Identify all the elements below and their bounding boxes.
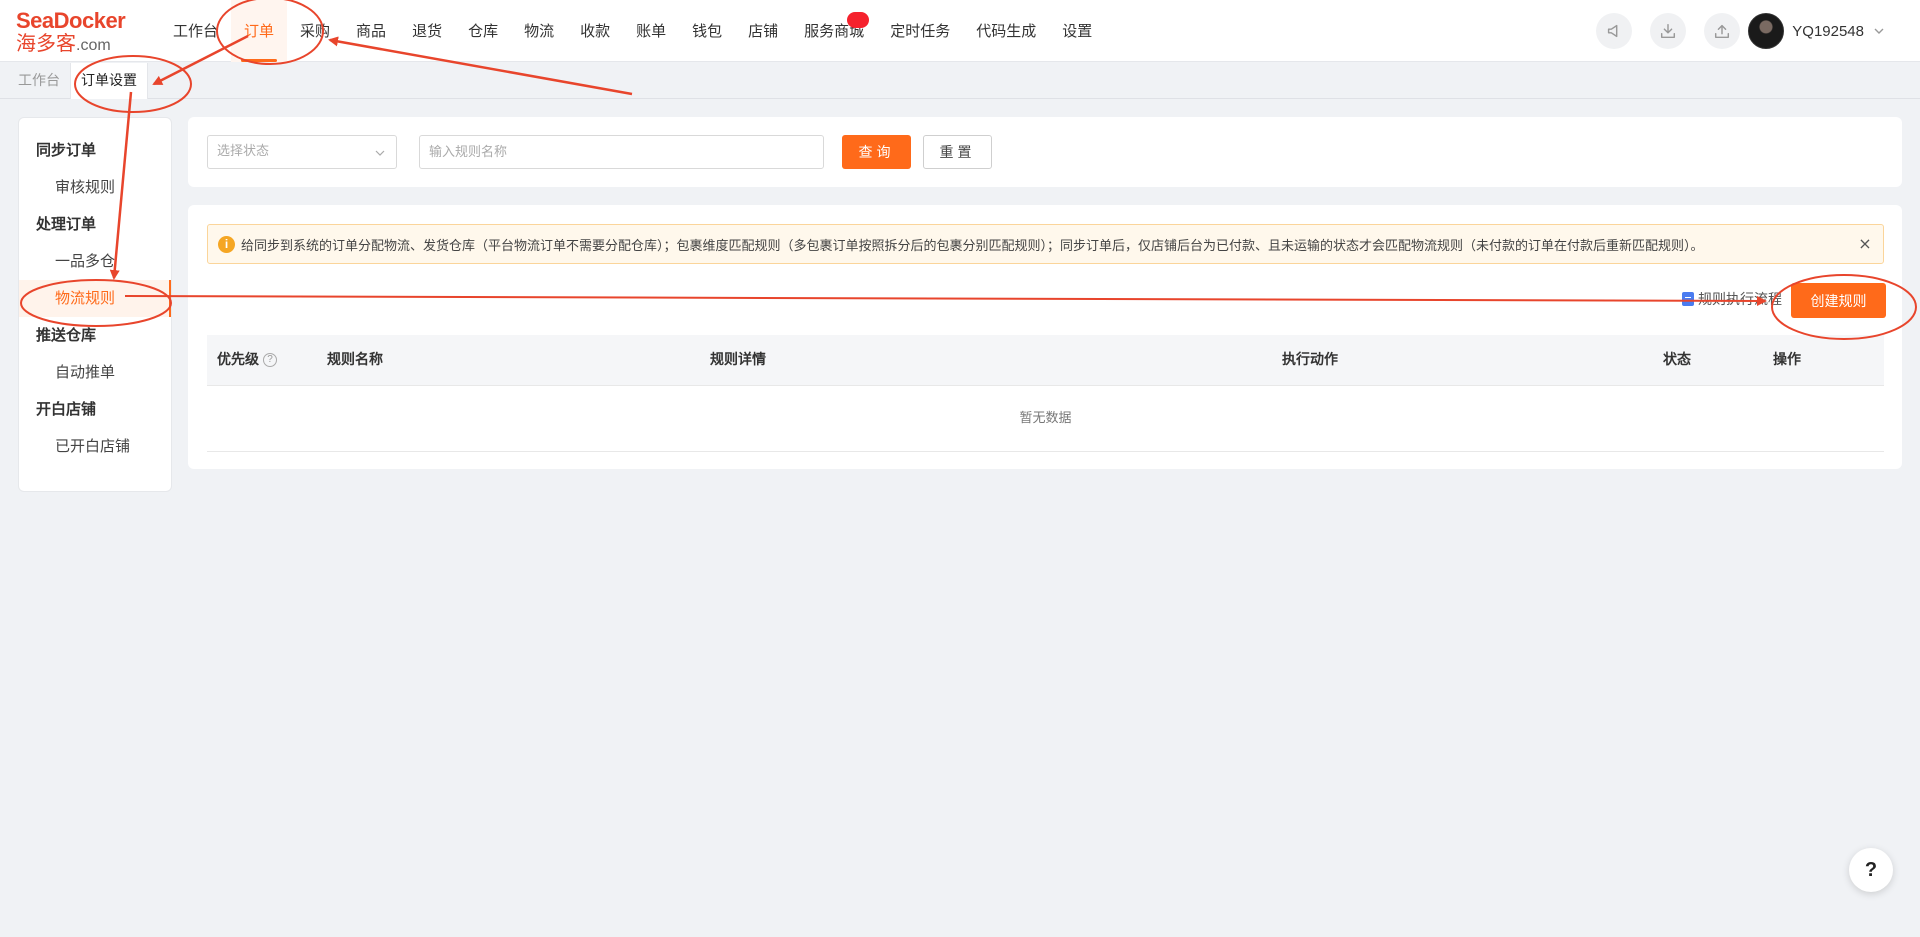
settings-side-menu: 同步订单 审核规则 处理订单 一品多仓 物流规则 推送仓库 自动推单 开白店铺 … <box>18 117 172 492</box>
main-nav: 工作台 订单 采购 商品 退货 仓库 物流 收款 账单 钱包 店铺 服务商城 定… <box>160 0 1105 62</box>
create-rule-button[interactable]: 创建规则 <box>1791 283 1886 318</box>
col-rule-details: 规则详情 <box>710 352 766 368</box>
nav-item-returns[interactable]: 退货 <box>399 0 455 62</box>
upload-icon[interactable] <box>1704 13 1740 49</box>
download-icon[interactable] <box>1650 13 1686 49</box>
nav-label: 钱包 <box>692 22 723 40</box>
side-item-review-rules[interactable]: 审核规则 <box>19 169 171 206</box>
nav-label: 账单 <box>636 22 667 40</box>
user-menu[interactable]: YQ192548 <box>1748 13 1886 49</box>
chevron-down-icon <box>1874 28 1884 34</box>
side-item-auto-push[interactable]: 自动推单 <box>19 354 171 391</box>
nav-item-payments[interactable]: 收款 <box>567 0 623 62</box>
nav-label: 商品 <box>356 22 387 40</box>
nav-item-bills[interactable]: 账单 <box>623 0 679 62</box>
seadocker-logo[interactable]: SeaDocker 海多客.com <box>16 8 134 57</box>
logo-brand: SeaDocker <box>16 8 126 33</box>
nav-item-wallet[interactable]: 钱包 <box>679 0 735 62</box>
rule-name-input[interactable] <box>419 135 824 169</box>
logo-cn-text: 海多客 <box>16 31 76 55</box>
side-group-sync-orders: 同步订单 <box>36 141 97 159</box>
megaphone-icon[interactable] <box>1596 13 1632 49</box>
col-operation: 操作 <box>1773 352 1801 368</box>
reset-button[interactable]: 重置 <box>923 135 992 169</box>
user-name: YQ192548 <box>1792 22 1864 40</box>
side-group-whitelist-stores: 开白店铺 <box>36 400 97 418</box>
nav-label: 定时任务 <box>890 22 951 40</box>
nav-label: 仓库 <box>468 22 499 40</box>
nav-label: 物流 <box>524 22 555 40</box>
side-group-process-orders: 处理订单 <box>36 215 97 233</box>
notification-badge <box>847 12 870 28</box>
rules-table: 优先级? 规则名称 规则详情 执行动作 状态 操作 暂无数据 <box>207 335 1884 452</box>
page-tabs: 工作台 订单设置 <box>0 62 1920 99</box>
nav-item-workbench[interactable]: 工作台 <box>160 0 231 62</box>
tab-order-settings[interactable]: 订单设置 <box>70 62 148 99</box>
nav-item-stores[interactable]: 店铺 <box>735 0 791 62</box>
nav-label: 订单 <box>244 22 275 40</box>
nav-label: 设置 <box>1062 22 1093 40</box>
nav-item-logistics[interactable]: 物流 <box>511 0 567 62</box>
chevron-down-icon <box>375 150 385 156</box>
close-icon[interactable]: × <box>1857 236 1873 252</box>
nav-label: 采购 <box>300 22 331 40</box>
side-item-logistics-rules[interactable]: 物流规则 <box>19 280 171 317</box>
side-group-push-warehouse: 推送仓库 <box>36 326 97 344</box>
info-alert: i 给同步到系统的订单分配物流、发货仓库（平台物流订单不需要分配仓库）；包裹维度… <box>207 224 1884 264</box>
rule-flow-link[interactable]: 规则执行流程 <box>1682 289 1782 309</box>
nav-item-purchase[interactable]: 采购 <box>287 0 343 62</box>
side-item-whitelisted-stores[interactable]: 已开白店铺 <box>19 428 171 465</box>
nav-label: 代码生成 <box>976 22 1037 40</box>
col-action: 执行动作 <box>1282 352 1338 368</box>
logo-cn: 海多客.com <box>16 32 134 57</box>
header-actions <box>1596 13 1740 49</box>
document-icon <box>1682 292 1694 306</box>
table-header: 优先级? 规则名称 规则详情 执行动作 状态 操作 <box>207 335 1884 386</box>
empty-state: 暂无数据 <box>207 386 1884 452</box>
info-icon: i <box>218 235 235 253</box>
avatar <box>1748 13 1785 49</box>
nav-item-settings[interactable]: 设置 <box>1049 0 1105 62</box>
col-status: 状态 <box>1663 352 1691 368</box>
nav-item-code-gen[interactable]: 代码生成 <box>963 0 1049 62</box>
help-icon[interactable]: ? <box>263 353 277 367</box>
nav-label: 退货 <box>412 22 443 40</box>
filter-panel: 选择状态 查询 重置 <box>188 117 1902 187</box>
nav-label: 店铺 <box>748 22 779 40</box>
nav-item-scheduled-tasks[interactable]: 定时任务 <box>877 0 963 62</box>
tab-workbench[interactable]: 工作台 <box>8 63 70 99</box>
rule-flow-label: 规则执行流程 <box>1698 292 1782 308</box>
nav-item-service-mall[interactable]: 服务商城 <box>791 0 877 62</box>
alert-text: 给同步到系统的订单分配物流、发货仓库（平台物流订单不需要分配仓库）；包裹维度匹配… <box>241 238 1704 254</box>
col-priority: 优先级? <box>217 335 277 386</box>
nav-label: 工作台 <box>173 22 219 40</box>
query-button[interactable]: 查询 <box>842 135 911 169</box>
top-header: SeaDocker 海多客.com 工作台 订单 采购 商品 退货 仓库 物流 … <box>0 0 1920 62</box>
col-rule-name: 规则名称 <box>327 352 383 368</box>
nav-item-orders[interactable]: 订单 <box>231 0 288 62</box>
col-priority-label: 优先级 <box>217 352 259 368</box>
nav-item-warehouse[interactable]: 仓库 <box>455 0 511 62</box>
logo-domain: .com <box>76 37 111 54</box>
side-item-multi-warehouse[interactable]: 一品多仓 <box>19 243 171 280</box>
logistics-rules-panel: i 给同步到系统的订单分配物流、发货仓库（平台物流订单不需要分配仓库）；包裹维度… <box>188 205 1902 469</box>
status-select-placeholder: 选择状态 <box>217 144 270 159</box>
floating-help-button[interactable]: ? <box>1849 848 1893 892</box>
nav-item-products[interactable]: 商品 <box>343 0 399 62</box>
nav-label: 收款 <box>580 22 611 40</box>
status-select[interactable]: 选择状态 <box>207 135 397 169</box>
